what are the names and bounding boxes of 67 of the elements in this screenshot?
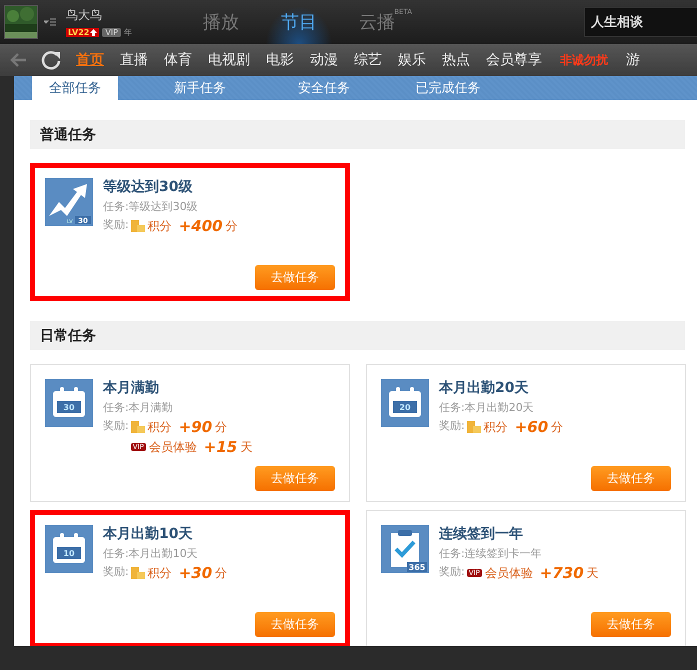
reward-label: 奖励: bbox=[103, 418, 129, 434]
task-title: 本月满勤 bbox=[103, 379, 160, 397]
task-title: 本月出勤10天 bbox=[103, 525, 194, 543]
nav-tab[interactable]: 综艺 bbox=[346, 44, 390, 76]
reward-amount: +15 bbox=[204, 438, 238, 456]
reward-unit: 分 bbox=[226, 218, 238, 234]
menu-icon[interactable] bbox=[44, 18, 56, 26]
task-tab[interactable]: 新手任务 bbox=[138, 76, 262, 100]
nav-tab[interactable]: 热点 bbox=[434, 44, 478, 76]
vip-term: 年 bbox=[124, 26, 132, 38]
reward-name: 积分 bbox=[148, 418, 172, 436]
task-description: 任务:连续签到卡一年 bbox=[439, 546, 543, 561]
nav-tab[interactable]: 娱乐 bbox=[390, 44, 434, 76]
section-header: 普通任务 bbox=[30, 120, 685, 149]
reward-name: 积分 bbox=[148, 218, 172, 234]
calendar-icon: 10 bbox=[45, 525, 93, 573]
reward-unit: 天 bbox=[586, 564, 599, 582]
task-title: 连续签到一年 bbox=[439, 525, 524, 543]
nav-tab[interactable]: 首页 bbox=[68, 44, 112, 76]
refresh-icon[interactable] bbox=[40, 49, 62, 71]
reward-label: 奖励: bbox=[439, 564, 465, 580]
coins-icon bbox=[130, 421, 145, 433]
clipboard-check-icon: 365 bbox=[381, 525, 429, 573]
reward-name: 积分 bbox=[484, 418, 508, 436]
coins-icon bbox=[466, 421, 481, 433]
vip-badge: VIP bbox=[102, 28, 121, 36]
main-tab[interactable]: 播放 bbox=[182, 0, 260, 44]
task-description: 任务:等级达到30级 bbox=[103, 199, 199, 214]
nav-tab[interactable]: 直播 bbox=[112, 44, 156, 76]
task-description: 任务:本月出勤20天 bbox=[439, 400, 535, 415]
nav-tab[interactable]: 体育 bbox=[156, 44, 200, 76]
nav-tab[interactable]: 游 bbox=[618, 44, 648, 76]
search-field[interactable]: 人生相谈 bbox=[584, 7, 697, 37]
reward-name: 积分 bbox=[148, 564, 172, 582]
username: 鸟大鸟 bbox=[66, 6, 103, 24]
calendar-icon: 30 bbox=[45, 379, 93, 427]
reward-unit: 分 bbox=[215, 564, 228, 582]
task-description: 任务:本月出勤10天 bbox=[103, 546, 199, 561]
reward-amount: +400 bbox=[178, 217, 223, 235]
nav-tab[interactable]: 非诚勿扰 bbox=[550, 44, 618, 76]
task-tab[interactable]: 安全任务 bbox=[262, 76, 386, 100]
task-tab[interactable]: 已完成任务 bbox=[386, 76, 510, 100]
section-header: 日常任务 bbox=[30, 321, 685, 350]
coins-icon bbox=[130, 220, 145, 232]
reward-amount: +730 bbox=[540, 564, 584, 582]
reward-amount: +30 bbox=[178, 564, 212, 582]
reward-unit: 分 bbox=[215, 418, 228, 436]
reward-unit: 天 bbox=[240, 438, 252, 456]
reward-unit: 分 bbox=[551, 418, 564, 436]
reward-label: 奖励: bbox=[439, 418, 465, 434]
reward-name: 会员体验 bbox=[484, 564, 533, 582]
task-title: 本月出勤20天 bbox=[439, 379, 530, 397]
reward-amount: +90 bbox=[178, 418, 212, 436]
nav-tab[interactable]: 会员尊享 bbox=[478, 44, 550, 76]
calendar-icon: 20 bbox=[381, 379, 429, 427]
reward-label: 奖励: bbox=[103, 564, 129, 580]
task-description: 任务:本月满勤 bbox=[103, 400, 174, 415]
task-tab[interactable]: 全部任务 bbox=[32, 76, 118, 100]
reward-label: 奖励: bbox=[103, 217, 129, 233]
task-title: 等级达到30级 bbox=[103, 178, 194, 196]
nav-tab[interactable]: 动漫 bbox=[302, 44, 346, 76]
level-badge: LV22 bbox=[66, 28, 100, 36]
reward-name: 会员体验 bbox=[148, 438, 197, 456]
nav-tab[interactable]: 电视剧 bbox=[200, 44, 258, 76]
reward-amount: +60 bbox=[514, 418, 548, 436]
nav-tab[interactable]: 电影 bbox=[258, 44, 302, 76]
coins-icon bbox=[130, 567, 145, 579]
